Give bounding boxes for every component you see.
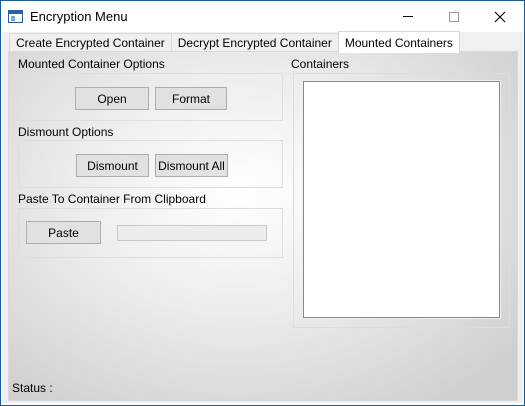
containers-listbox[interactable] (303, 81, 500, 318)
open-button[interactable]: Open (75, 87, 149, 110)
app-window-icon (8, 10, 23, 23)
mounted-options-label: Mounted Container Options (18, 57, 165, 71)
dismount-all-button[interactable]: Dismount All (155, 154, 228, 177)
paste-button[interactable]: Paste (26, 221, 101, 244)
clipboard-text-field[interactable] (117, 225, 267, 241)
tab-decrypt-encrypted-container[interactable]: Decrypt Encrypted Container (170, 33, 339, 52)
dismount-button[interactable]: Dismount (76, 154, 149, 177)
client-area: Create Encrypted Container Decrypt Encry… (2, 31, 523, 403)
tab-strip: Create Encrypted Container Decrypt Encry… (9, 31, 460, 53)
paste-section-label: Paste To Container From Clipboard (18, 192, 206, 206)
tab-create-encrypted-container[interactable]: Create Encrypted Container (9, 33, 172, 52)
close-button[interactable] (477, 1, 523, 32)
window-title: Encryption Menu (30, 9, 128, 24)
dismount-options-group (18, 140, 283, 188)
dismount-options-label: Dismount Options (18, 125, 114, 139)
maximize-icon (449, 11, 459, 22)
close-icon (494, 11, 506, 22)
containers-label: Containers (291, 57, 350, 71)
format-button[interactable]: Format (155, 87, 227, 110)
minimize-icon (403, 16, 413, 17)
mounted-containers-page: Mounted Container Options Open Format Di… (8, 51, 518, 401)
maximize-button[interactable] (431, 1, 477, 32)
status-label: Status : (12, 381, 53, 395)
minimize-button[interactable] (385, 1, 431, 32)
title-bar[interactable]: Encryption Menu (1, 1, 524, 32)
mounted-options-group (18, 73, 283, 121)
encryption-menu-window: Encryption Menu Create Encrypted Contain… (0, 0, 525, 406)
tab-mounted-containers[interactable]: Mounted Containers (337, 31, 460, 53)
